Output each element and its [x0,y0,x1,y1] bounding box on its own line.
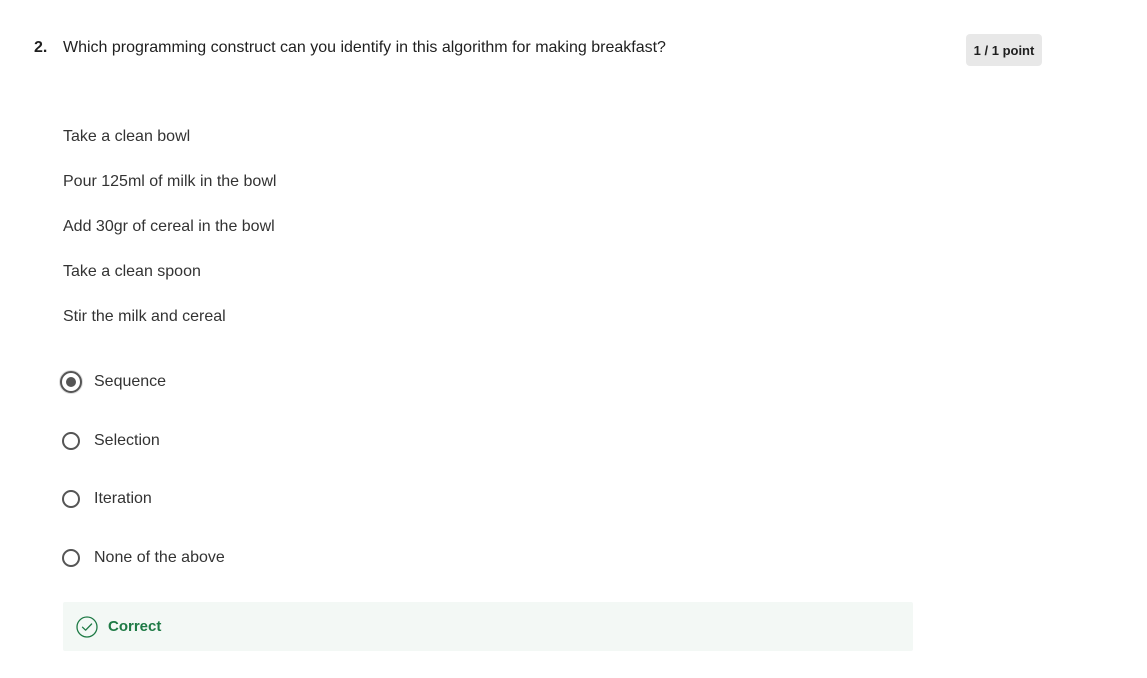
algorithm-step: Take a clean spoon [63,263,201,280]
algorithm-step: Stir the milk and cereal [63,308,226,325]
check-circle-icon [76,615,98,638]
answer-options: Sequence Selection Iteration None of the… [60,370,225,570]
option-label: Selection [94,432,160,449]
radio-button[interactable] [62,432,80,450]
option-sequence[interactable]: Sequence [60,370,225,394]
algorithm-step: Take a clean bowl [63,128,191,145]
option-label: Iteration [94,490,152,507]
radio-button-selected[interactable] [60,371,82,393]
score-badge: 1 / 1 point [966,34,1042,66]
feedback-label: Correct [108,618,162,635]
algorithm-step: Pour 125ml of milk in the bowl [63,173,277,190]
question-text: Which programming construct can you iden… [63,39,666,56]
option-label: None of the above [94,549,225,566]
algorithm-steps: Take a clean bowl Pour 125ml of milk in … [63,127,276,352]
option-none-of-the-above[interactable]: None of the above [62,546,225,570]
radio-button[interactable] [62,549,80,567]
question-number: 2. [34,39,48,56]
option-iteration[interactable]: Iteration [62,487,225,511]
feedback-banner: Correct [63,602,913,651]
algorithm-step: Add 30gr of cereal in the bowl [63,218,275,235]
radio-button[interactable] [62,490,80,508]
option-label: Sequence [94,373,167,390]
option-selection[interactable]: Selection [62,429,225,453]
